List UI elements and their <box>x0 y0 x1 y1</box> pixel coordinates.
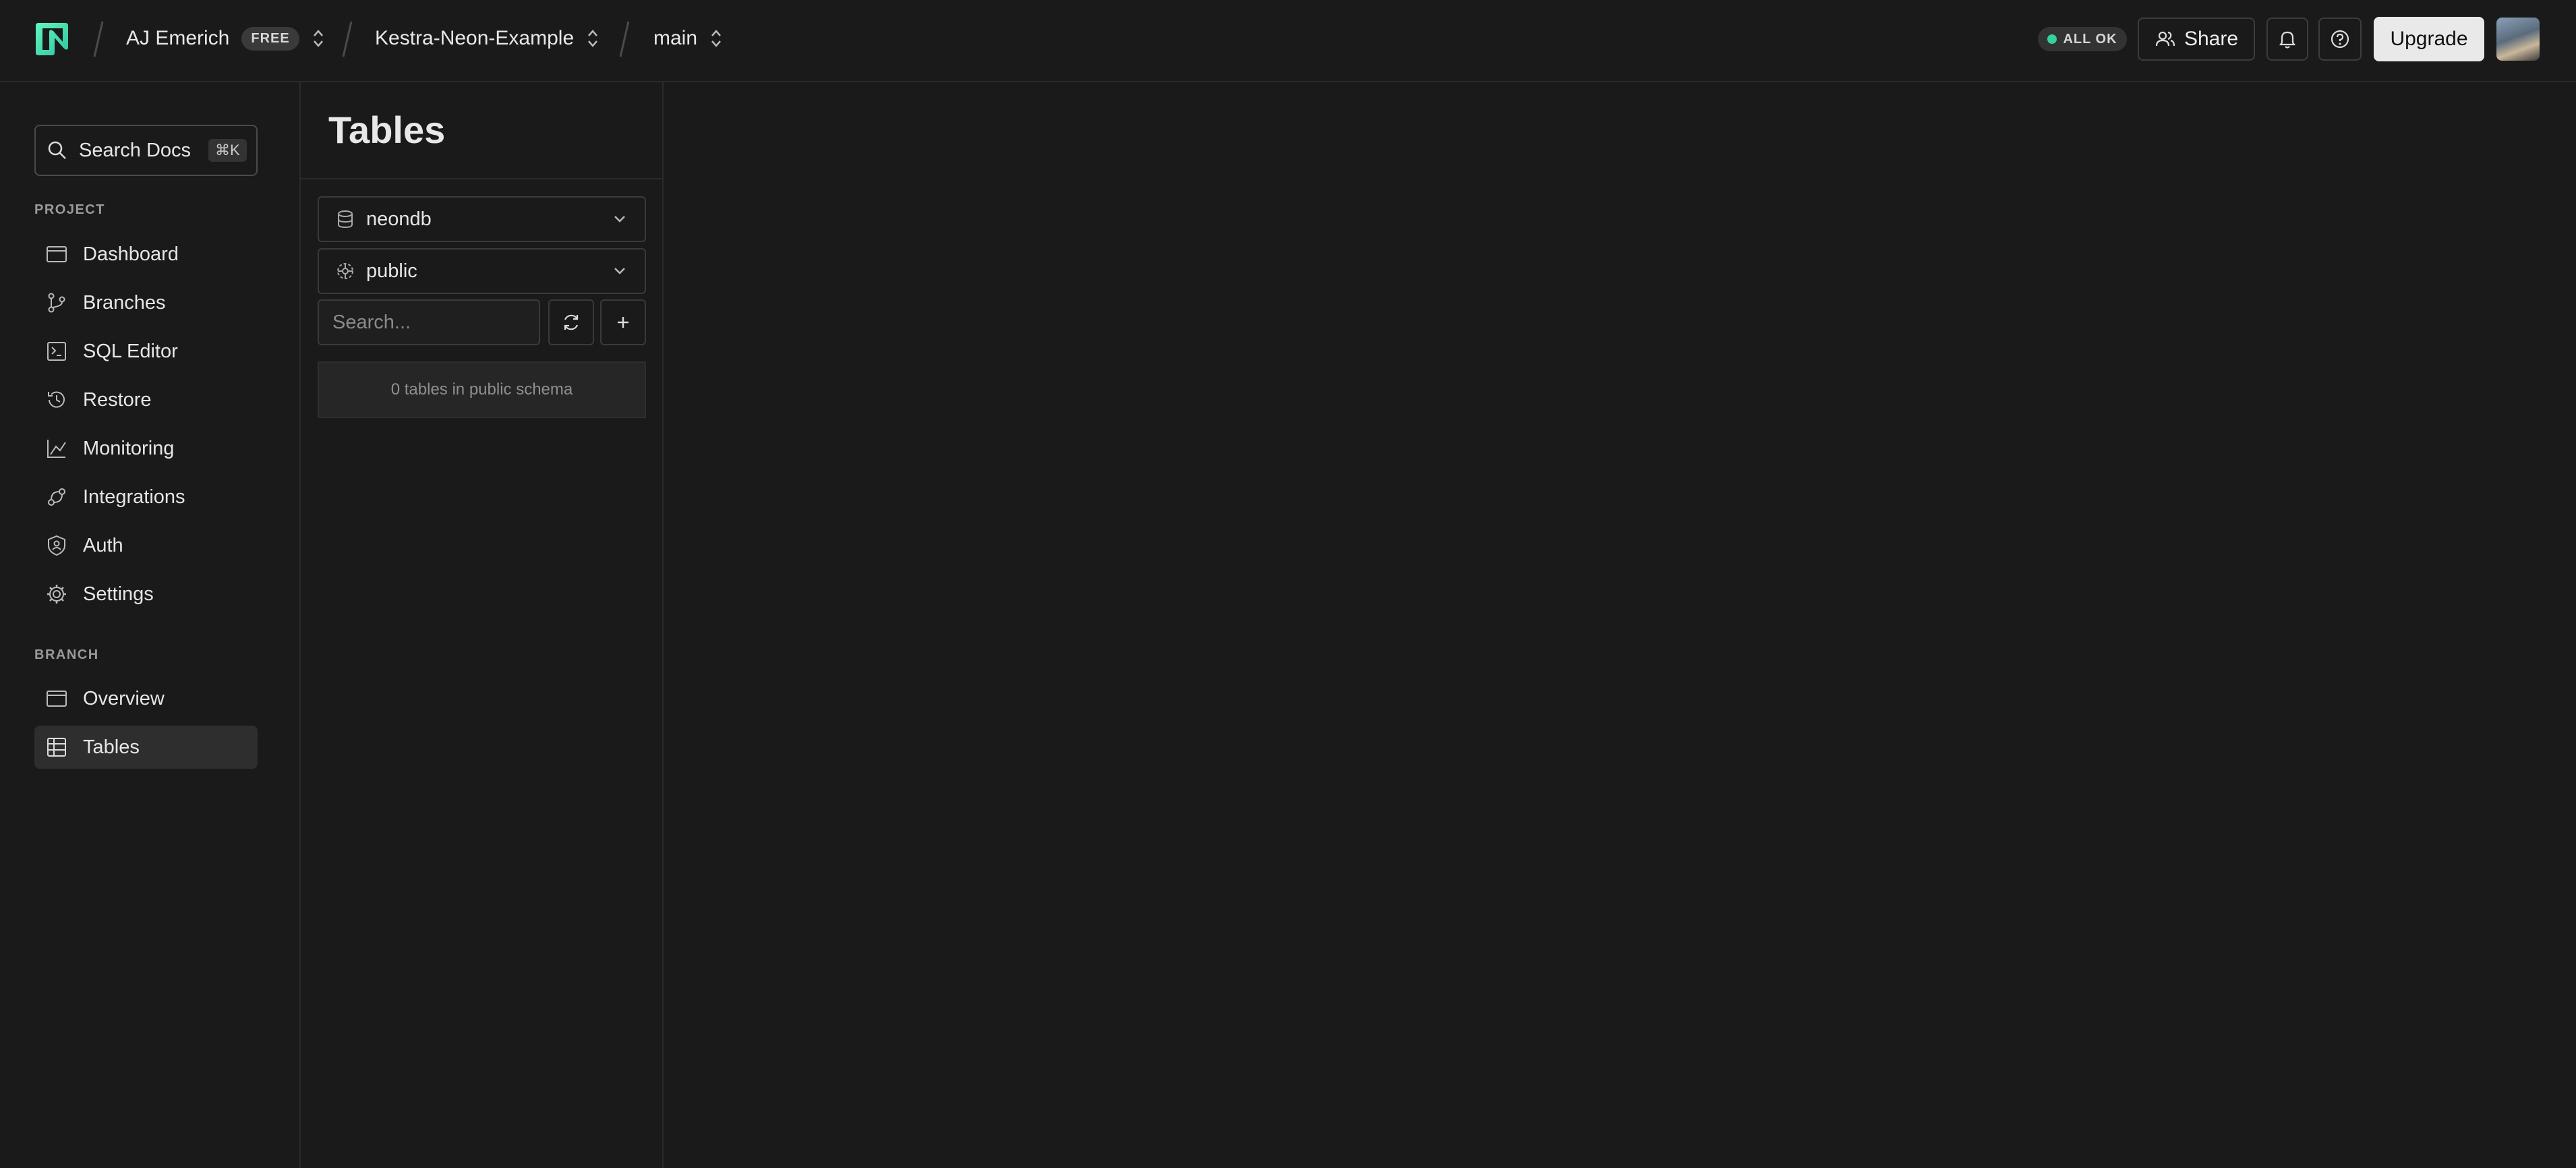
breadcrumb-separator <box>342 21 353 57</box>
shortcut-badge: ⌘K <box>208 139 247 162</box>
help-button[interactable] <box>2318 18 2362 61</box>
auth-icon <box>48 535 65 556</box>
refresh-button[interactable] <box>548 299 594 345</box>
dashboard-icon <box>47 246 67 262</box>
project-section-label: PROJECT <box>34 202 105 217</box>
panel-header: Tables <box>301 82 662 179</box>
top-bar: AJ Emerich FREE Kestra-Neon-Example main… <box>0 0 2576 82</box>
sidebar: Search Docs ⌘K PROJECT Dashboard Branche… <box>0 82 301 1168</box>
sidebar-item-dashboard[interactable]: Dashboard <box>34 233 258 276</box>
database-icon <box>338 210 353 229</box>
chevron-up-down-icon <box>711 30 721 47</box>
chevron-down-icon <box>614 216 625 223</box>
sidebar-item-label: Overview <box>83 687 165 709</box>
sidebar-item-label: Dashboard <box>83 243 179 265</box>
upgrade-button[interactable]: Upgrade <box>2374 17 2484 61</box>
sidebar-item-overview[interactable]: Overview <box>34 677 258 720</box>
status-text: ALL OK <box>2063 31 2117 47</box>
database-select[interactable]: neondb <box>318 196 646 242</box>
schema-name: public <box>366 260 417 282</box>
status-badge[interactable]: ALL OK <box>2038 27 2127 51</box>
sidebar-item-restore[interactable]: Restore <box>34 378 258 421</box>
sidebar-item-sql-editor[interactable]: SQL Editor <box>34 330 258 373</box>
search-docs-button[interactable]: Search Docs ⌘K <box>34 125 258 176</box>
sidebar-item-settings[interactable]: Settings <box>34 573 258 616</box>
share-button[interactable]: Share <box>2138 18 2255 61</box>
database-name: neondb <box>366 208 432 230</box>
sidebar-item-monitoring[interactable]: Monitoring <box>34 427 258 470</box>
notifications-button[interactable] <box>2266 18 2308 61</box>
breadcrumb-separator <box>619 21 630 57</box>
neon-logo-icon[interactable] <box>33 20 71 58</box>
plus-icon <box>618 317 628 328</box>
plan-badge: FREE <box>241 26 299 51</box>
branch-name: main <box>653 27 698 49</box>
sidebar-item-branches[interactable]: Branches <box>34 281 258 324</box>
sidebar-item-label: Integrations <box>83 486 185 508</box>
sidebar-item-tables[interactable]: Tables <box>34 726 258 769</box>
empty-tables-message: 0 tables in public schema <box>318 361 646 418</box>
project-switcher[interactable]: Kestra-Neon-Example <box>375 23 599 54</box>
integrations-icon <box>48 488 65 506</box>
sidebar-item-label: Monitoring <box>83 437 175 459</box>
sidebar-item-label: Settings <box>83 583 154 605</box>
page-title: Tables <box>328 109 446 151</box>
search-docs-label: Search Docs <box>79 139 192 161</box>
chevron-up-down-icon <box>313 30 323 47</box>
schema-icon <box>337 263 353 279</box>
avatar[interactable] <box>2496 18 2540 61</box>
chevron-up-down-icon <box>588 30 598 47</box>
sidebar-item-label: Auth <box>83 534 123 556</box>
sidebar-item-auth[interactable]: Auth <box>34 524 258 567</box>
sidebar-item-integrations[interactable]: Integrations <box>34 475 258 519</box>
main-content-area <box>664 82 2576 1168</box>
chevron-down-icon <box>614 268 625 274</box>
org-name: AJ Emerich <box>126 27 230 49</box>
sidebar-item-label: SQL Editor <box>83 340 178 362</box>
org-switcher[interactable]: AJ Emerich FREE <box>126 23 325 54</box>
branch-section-label: BRANCH <box>34 647 99 662</box>
restore-icon <box>48 391 65 408</box>
share-label: Share <box>2184 28 2239 50</box>
breadcrumb-separator <box>93 21 104 57</box>
refresh-icon <box>564 314 579 330</box>
schema-select[interactable]: public <box>318 248 646 294</box>
users-icon <box>2155 31 2175 47</box>
sql-editor-icon <box>47 342 66 361</box>
search-icon <box>48 141 66 159</box>
add-table-button[interactable] <box>600 299 646 345</box>
help-icon <box>2331 30 2349 49</box>
tables-panel: Tables neondb public 0 tables in public … <box>301 82 664 1168</box>
sidebar-item-label: Tables <box>83 736 140 758</box>
sidebar-item-label: Restore <box>83 388 152 411</box>
overview-icon <box>47 691 67 707</box>
status-ok-dot <box>2047 34 2057 44</box>
table-search-field <box>318 299 587 345</box>
sidebar-item-label: Branches <box>83 291 166 314</box>
tables-icon <box>47 738 66 757</box>
settings-icon <box>47 585 66 604</box>
monitoring-icon <box>47 440 66 458</box>
project-name: Kestra-Neon-Example <box>375 27 575 49</box>
branches-icon <box>48 293 65 313</box>
bell-icon <box>2279 31 2296 49</box>
branch-switcher[interactable]: main <box>653 23 723 54</box>
